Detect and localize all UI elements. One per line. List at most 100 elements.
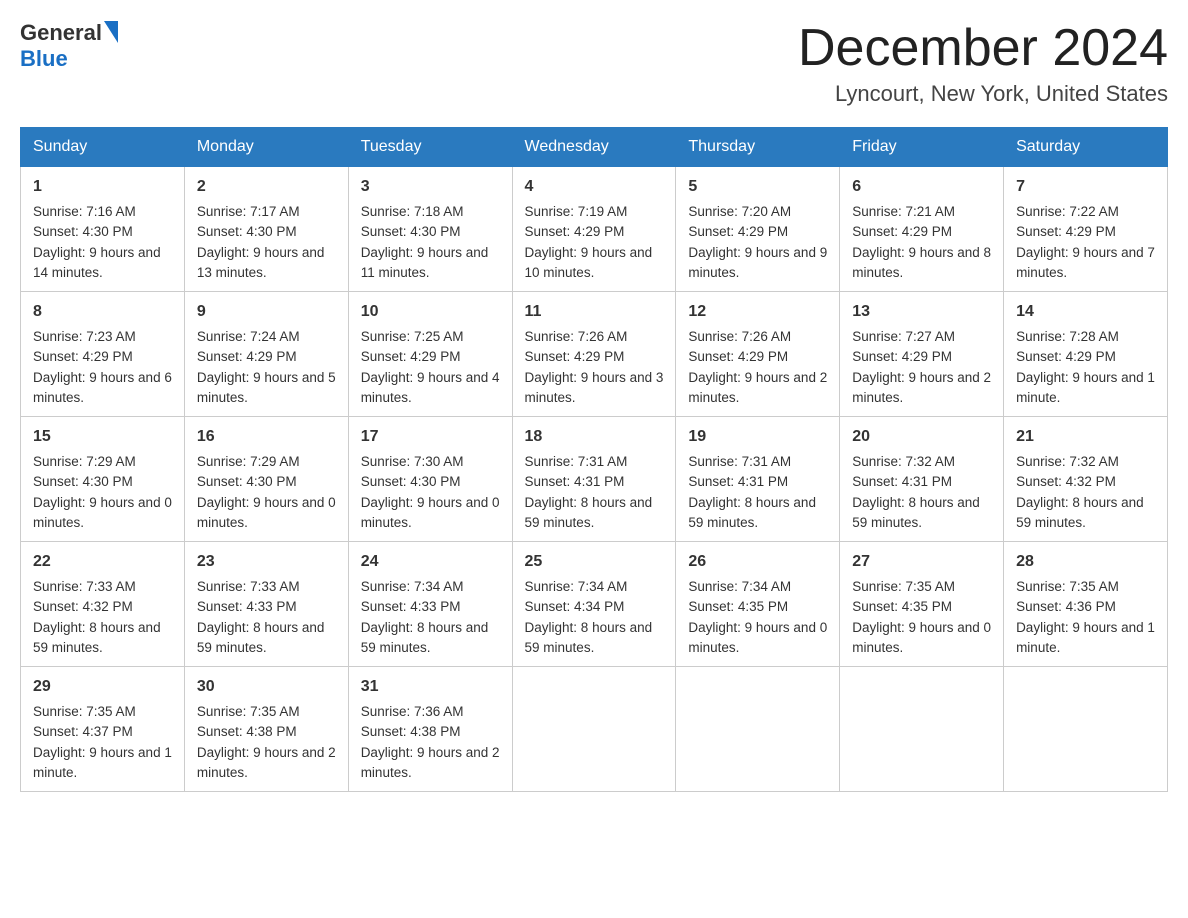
sunset-text: Sunset: 4:38 PM [361,722,500,742]
daylight-text: Daylight: 8 hours and 59 minutes. [1016,493,1155,534]
sunrise-text: Sunrise: 7:24 AM [197,327,336,347]
sunrise-text: Sunrise: 7:32 AM [1016,452,1155,472]
table-row [840,667,1004,792]
calendar-week-3: 15Sunrise: 7:29 AMSunset: 4:30 PMDayligh… [21,417,1168,542]
table-row: 2Sunrise: 7:17 AMSunset: 4:30 PMDaylight… [184,167,348,292]
day-number: 25 [525,550,664,574]
sunrise-text: Sunrise: 7:20 AM [688,202,827,222]
sunset-text: Sunset: 4:29 PM [525,222,664,242]
daylight-text: Daylight: 9 hours and 3 minutes. [525,368,664,409]
table-row: 5Sunrise: 7:20 AMSunset: 4:29 PMDaylight… [676,167,840,292]
logo: General Blue [20,20,118,72]
table-row [512,667,676,792]
day-number: 17 [361,425,500,449]
calendar-table: SundayMondayTuesdayWednesdayThursdayFrid… [20,127,1168,792]
daylight-text: Daylight: 9 hours and 1 minute. [1016,368,1155,409]
day-of-week-sunday: Sunday [21,128,185,167]
day-number: 11 [525,300,664,324]
sunrise-text: Sunrise: 7:16 AM [33,202,172,222]
daylight-text: Daylight: 9 hours and 4 minutes. [361,368,500,409]
sunrise-text: Sunrise: 7:29 AM [33,452,172,472]
sunset-text: Sunset: 4:29 PM [852,347,991,367]
table-row: 31Sunrise: 7:36 AMSunset: 4:38 PMDayligh… [348,667,512,792]
sunset-text: Sunset: 4:35 PM [852,597,991,617]
sunrise-text: Sunrise: 7:25 AM [361,327,500,347]
day-number: 19 [688,425,827,449]
table-row: 20Sunrise: 7:32 AMSunset: 4:31 PMDayligh… [840,417,1004,542]
sunrise-text: Sunrise: 7:34 AM [525,577,664,597]
table-row: 28Sunrise: 7:35 AMSunset: 4:36 PMDayligh… [1004,542,1168,667]
table-row: 15Sunrise: 7:29 AMSunset: 4:30 PMDayligh… [21,417,185,542]
day-of-week-friday: Friday [840,128,1004,167]
location-title: Lyncourt, New York, United States [798,81,1168,107]
sunset-text: Sunset: 4:30 PM [197,472,336,492]
sunrise-text: Sunrise: 7:26 AM [525,327,664,347]
sunrise-text: Sunrise: 7:35 AM [1016,577,1155,597]
sunset-text: Sunset: 4:32 PM [33,597,172,617]
day-number: 21 [1016,425,1155,449]
day-number: 27 [852,550,991,574]
calendar-week-4: 22Sunrise: 7:33 AMSunset: 4:32 PMDayligh… [21,542,1168,667]
table-row: 29Sunrise: 7:35 AMSunset: 4:37 PMDayligh… [21,667,185,792]
sunset-text: Sunset: 4:38 PM [197,722,336,742]
day-number: 29 [33,675,172,699]
daylight-text: Daylight: 8 hours and 59 minutes. [525,493,664,534]
sunset-text: Sunset: 4:32 PM [1016,472,1155,492]
day-number: 30 [197,675,336,699]
table-row: 21 Sunrise: 7:32 AMSunset: 4:32 PMDayligh… [1004,417,1168,542]
table-row: 30Sunrise: 7:35 AMSunset: 4:38 PMDayligh… [184,667,348,792]
day-number: 18 [525,425,664,449]
table-row: 25Sunrise: 7:34 AMSunset: 4:34 PMDayligh… [512,542,676,667]
daylight-text: Daylight: 8 hours and 59 minutes. [197,618,336,659]
daylight-text: Daylight: 9 hours and 5 minutes. [197,368,336,409]
daylight-text: Daylight: 9 hours and 2 minutes. [197,743,336,784]
table-row: 26Sunrise: 7:34 AMSunset: 4:35 PMDayligh… [676,542,840,667]
sunrise-text: Sunrise: 7:35 AM [852,577,991,597]
sunset-text: Sunset: 4:30 PM [361,222,500,242]
table-row [676,667,840,792]
sunset-text: Sunset: 4:31 PM [852,472,991,492]
days-of-week-row: SundayMondayTuesdayWednesdayThursdayFrid… [21,128,1168,167]
daylight-text: Daylight: 8 hours and 59 minutes. [361,618,500,659]
daylight-text: Daylight: 9 hours and 7 minutes. [1016,243,1155,284]
daylight-text: Daylight: 9 hours and 1 minute. [33,743,172,784]
sunrise-text: Sunrise: 7:29 AM [197,452,336,472]
day-number: 23 [197,550,336,574]
table-row: 18Sunrise: 7:31 AMSunset: 4:31 PMDayligh… [512,417,676,542]
daylight-text: Daylight: 9 hours and 2 minutes. [852,368,991,409]
daylight-text: Daylight: 9 hours and 13 minutes. [197,243,336,284]
calendar-week-2: 8Sunrise: 7:23 AMSunset: 4:29 PMDaylight… [21,292,1168,417]
day-number: 7 [1016,175,1155,199]
daylight-text: Daylight: 8 hours and 59 minutes. [33,618,172,659]
daylight-text: Daylight: 9 hours and 10 minutes. [525,243,664,284]
sunset-text: Sunset: 4:31 PM [688,472,827,492]
sunset-text: Sunset: 4:29 PM [852,222,991,242]
daylight-text: Daylight: 9 hours and 11 minutes. [361,243,500,284]
day-number: 16 [197,425,336,449]
logo-text-blue: Blue [20,46,68,72]
sunrise-text: Sunrise: 7:28 AM [1016,327,1155,347]
daylight-text: Daylight: 9 hours and 2 minutes. [688,368,827,409]
sunrise-text: Sunrise: 7:36 AM [361,702,500,722]
sunrise-text: Sunrise: 7:17 AM [197,202,336,222]
calendar-week-1: 1Sunrise: 7:16 AMSunset: 4:30 PMDaylight… [21,167,1168,292]
daylight-text: Daylight: 9 hours and 14 minutes. [33,243,172,284]
logo-triangle-icon [104,21,118,43]
sunset-text: Sunset: 4:29 PM [361,347,500,367]
title-section: December 2024 Lyncourt, New York, United… [798,20,1168,107]
daylight-text: Daylight: 9 hours and 1 minute. [1016,618,1155,659]
daylight-text: Daylight: 8 hours and 59 minutes. [525,618,664,659]
day-number: 14 [1016,300,1155,324]
table-row: 11Sunrise: 7:26 AMSunset: 4:29 PMDayligh… [512,292,676,417]
month-title: December 2024 [798,20,1168,77]
day-number: 26 [688,550,827,574]
day-number: 13 [852,300,991,324]
sunset-text: Sunset: 4:30 PM [361,472,500,492]
table-row: 3Sunrise: 7:18 AMSunset: 4:30 PMDaylight… [348,167,512,292]
sunset-text: Sunset: 4:31 PM [525,472,664,492]
day-of-week-monday: Monday [184,128,348,167]
day-number: 9 [197,300,336,324]
daylight-text: Daylight: 9 hours and 6 minutes. [33,368,172,409]
table-row: 4Sunrise: 7:19 AMSunset: 4:29 PMDaylight… [512,167,676,292]
sunrise-text: Sunrise: 7:30 AM [361,452,500,472]
